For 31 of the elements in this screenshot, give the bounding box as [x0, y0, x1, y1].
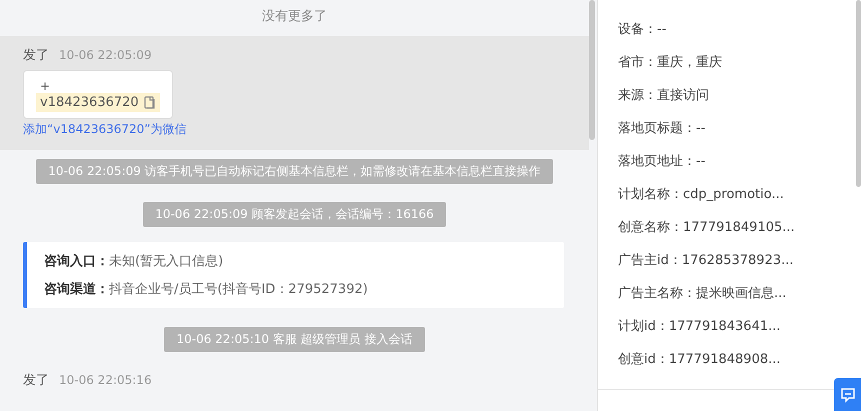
detail-field: 计划名称：cdp_promotio...: [618, 185, 841, 218]
message-time: 10-06 22:05:16: [59, 373, 152, 387]
detail-field: 落地页地址：--: [618, 152, 841, 185]
message-time: 10-06 22:05:09: [59, 48, 152, 62]
chat-button[interactable]: [834, 378, 861, 411]
detail-field: 创意名称：177791849105...: [618, 218, 841, 251]
chat-icon: [840, 386, 856, 402]
detail-field: 省市：重庆，重庆: [618, 53, 841, 86]
scrollbar-thumb[interactable]: [589, 0, 595, 140]
detail-field: 广告主名称：提米映画信息...: [618, 284, 841, 317]
sender-name: 发了: [23, 47, 49, 64]
info-label: 咨询入口：: [44, 254, 109, 269]
detail-field: 创意id：177791848908...: [618, 350, 841, 383]
wechat-id-text: v18423636720: [40, 95, 139, 110]
sender-name: 发了: [23, 372, 49, 389]
system-notice: 10-06 22:05:09 顾客发起会话，会话编号：16166: [143, 202, 446, 227]
detail-field: 设备：--: [618, 20, 841, 53]
system-notice: 10-06 22:05:09 访客手机号已自动标记右侧基本信息栏，如需修改请在基本信息栏直接操作: [36, 159, 553, 184]
no-more-messages-text: 没有更多了: [261, 8, 328, 26]
detail-field: 广告主id：176285378923...: [618, 251, 841, 284]
system-notice: 10-06 22:05:10 客服 超级管理员 接入会话: [164, 327, 425, 352]
plus-text: +: [39, 79, 52, 93]
copy-icon[interactable]: [144, 96, 156, 109]
detail-field: 来源：直接访问: [618, 86, 841, 119]
detail-field: 落地页标题：--: [618, 119, 841, 152]
info-value: 抖音企业号/员工号(抖音号ID：279527392): [109, 282, 368, 297]
detail-field: 计划id：177791843641...: [618, 317, 841, 350]
info-value: 未知(暂无入口信息): [109, 254, 224, 269]
info-label: 咨询渠道：: [44, 282, 109, 297]
scrollbar-thumb[interactable]: [856, 0, 861, 187]
add-wechat-link[interactable]: 添加“v18423636720”为微信: [23, 121, 187, 138]
